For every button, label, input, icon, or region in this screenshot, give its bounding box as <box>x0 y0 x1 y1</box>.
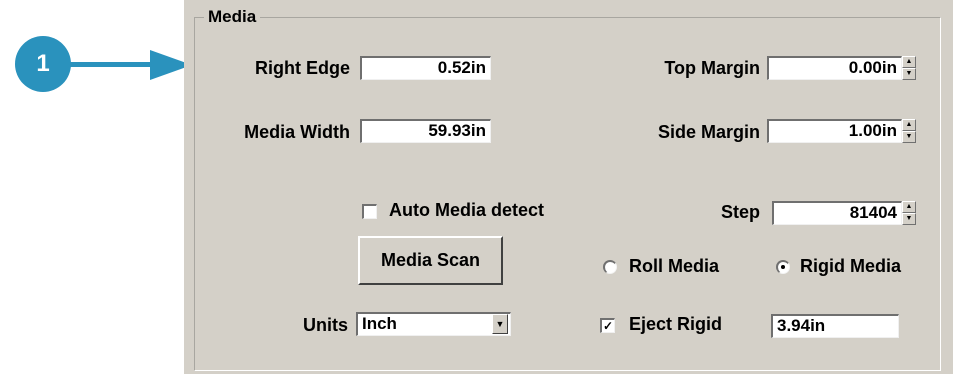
radio-selected-dot-icon <box>781 265 785 269</box>
step-spinner[interactable]: ▲ ▼ <box>902 201 916 225</box>
eject-rigid-checkbox[interactable]: ✓ <box>600 318 615 333</box>
dropdown-arrow-icon[interactable]: ▼ <box>492 314 508 334</box>
spin-up-arrow-icon[interactable]: ▲ <box>902 56 916 68</box>
right-edge-label: Right Edge <box>255 58 350 78</box>
checkmark-icon: ✓ <box>602 319 614 333</box>
step-field[interactable]: 81404 <box>772 201 902 225</box>
eject-rigid-label[interactable]: Eject Rigid <box>629 313 722 335</box>
side-margin-spinner[interactable]: ▲ ▼ <box>902 119 916 143</box>
spin-down-arrow-icon[interactable]: ▼ <box>902 68 916 80</box>
top-margin-field[interactable]: 0.00in <box>767 56 902 80</box>
rigid-media-label[interactable]: Rigid Media <box>800 255 901 277</box>
units-dropdown[interactable]: Inch <box>356 312 511 336</box>
callout-arrow-line <box>70 62 155 67</box>
roll-media-label[interactable]: Roll Media <box>629 255 719 277</box>
media-width-label: Media Width <box>244 122 350 142</box>
callout-badge: 1 <box>15 36 71 92</box>
eject-rigid-field[interactable]: 3.94in <box>771 314 899 338</box>
right-edge-field[interactable]: 0.52in <box>360 56 491 80</box>
spin-up-arrow-icon[interactable]: ▲ <box>902 201 916 213</box>
auto-media-detect-checkbox[interactable] <box>362 204 377 219</box>
side-margin-label: Side Margin <box>657 122 760 142</box>
roll-media-radio[interactable] <box>603 260 617 274</box>
spin-up-arrow-icon[interactable]: ▲ <box>902 119 916 131</box>
spin-down-arrow-icon[interactable]: ▼ <box>902 131 916 143</box>
top-margin-label: Top Margin <box>664 58 760 78</box>
media-width-field[interactable]: 59.93in <box>360 119 491 143</box>
top-margin-spinner[interactable]: ▲ ▼ <box>902 56 916 80</box>
auto-media-detect-label[interactable]: Auto Media detect <box>389 199 544 221</box>
units-label: Units <box>303 315 348 335</box>
side-margin-field[interactable]: 1.00in <box>767 119 902 143</box>
spin-down-arrow-icon[interactable]: ▼ <box>902 213 916 225</box>
rigid-media-radio[interactable] <box>776 260 790 274</box>
step-label: Step <box>720 202 760 222</box>
media-scan-button[interactable]: Media Scan <box>358 236 503 285</box>
media-group-title: Media <box>204 7 261 27</box>
